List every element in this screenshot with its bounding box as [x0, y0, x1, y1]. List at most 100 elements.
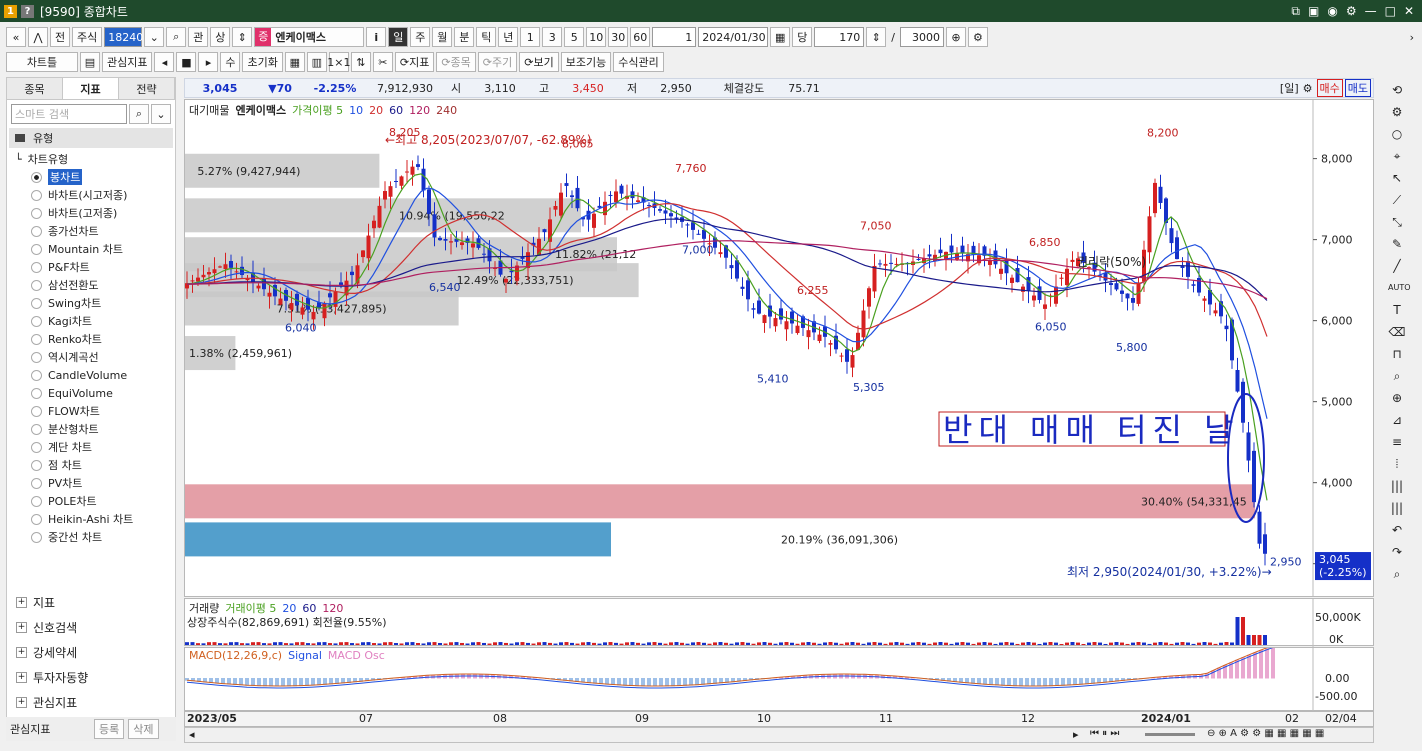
sell-button[interactable]: 매도 [1344, 79, 1371, 97]
gear-icon[interactable]: ⚙ [1388, 103, 1406, 121]
layout-icon[interactable]: ▥ [306, 52, 327, 72]
save-frame-icon[interactable]: ▤ [80, 52, 100, 72]
trend-line-icon[interactable]: ⟋ [1388, 191, 1406, 209]
price-chart[interactable]: 8,0007,0006,0005,0004,0003,0005.27% (9,4… [184, 99, 1374, 597]
interval-3-button[interactable]: 3 [542, 27, 563, 47]
stop-icon[interactable]: ■ [176, 52, 197, 72]
chart-type-item[interactable]: PV차트 [15, 474, 175, 492]
period-day-button[interactable]: 일 [388, 27, 409, 47]
search-icon[interactable]: ⌕ [166, 27, 187, 47]
expand-plus-icon[interactable]: + [16, 671, 27, 683]
radio-icon[interactable] [31, 441, 42, 453]
sang-button[interactable]: 상 [210, 27, 231, 47]
maximize-icon[interactable]: □ [1385, 4, 1396, 19]
scroll-right-icon[interactable]: ▸ [1073, 728, 1079, 741]
measure-icon[interactable]: ⊿ [1388, 411, 1406, 429]
view-button[interactable]: ⟳ 보기 [519, 52, 559, 72]
chart-type-item[interactable]: CandleVolume [15, 366, 175, 384]
volume-panel[interactable]: 50,000K 0K 거래량 거래이평 5 20 60 120 상장주식수(82,869,… [184, 598, 1374, 647]
line-icon[interactable]: ╱ [1388, 257, 1406, 275]
radio-icon[interactable] [31, 495, 42, 507]
chart-type-item[interactable]: POLE차트 [15, 492, 175, 510]
radio-icon[interactable] [31, 225, 42, 237]
chevron-down-icon[interactable]: ⌄ [151, 104, 171, 124]
undo-icon[interactable]: ↶ [1388, 521, 1406, 539]
chart-type-item[interactable]: 분산형차트 [15, 420, 175, 438]
radio-icon[interactable] [31, 423, 42, 435]
radio-icon[interactable] [31, 207, 42, 219]
grid-lines-icon[interactable]: ||| [1388, 499, 1406, 517]
interval-30-button[interactable]: 30 [608, 27, 629, 47]
updown-stepper[interactable]: ⇕ [232, 27, 253, 47]
pointer-icon[interactable]: ↖ [1388, 169, 1406, 187]
scissors-icon[interactable]: ✂ [372, 52, 393, 72]
radio-icon[interactable] [31, 261, 42, 273]
radio-icon[interactable] [31, 405, 42, 417]
group-2[interactable]: + 강세약세 [16, 641, 77, 663]
gear-icon[interactable]: ⚙ [1303, 82, 1313, 95]
chevron-down-icon[interactable]: ⌄ [144, 27, 165, 47]
radio-icon[interactable] [31, 387, 42, 399]
arrow-left-icon[interactable]: ◂ [154, 52, 175, 72]
count-stepper[interactable]: ⇕ [866, 27, 887, 47]
chart-type-item[interactable]: EquiVolume [15, 384, 175, 402]
radio-icon[interactable] [31, 531, 42, 543]
minimize-icon[interactable]: — [1365, 4, 1377, 19]
aux-button[interactable]: 보조기능 [560, 52, 612, 72]
date-input[interactable]: 2024/01/30 [698, 27, 769, 47]
chart-type-item[interactable]: 중간선 차트 [15, 528, 175, 546]
count-input[interactable]: 170 [814, 27, 865, 47]
radio-icon[interactable] [31, 459, 42, 471]
register-button[interactable]: 등록 [94, 719, 125, 739]
max-count-input[interactable]: 3000 [899, 27, 944, 47]
info-button[interactable]: i [366, 27, 387, 47]
chart-type-item[interactable]: P&F차트 [15, 258, 175, 276]
section-type[interactable]: 유형 [9, 128, 173, 148]
radio-icon[interactable] [31, 333, 42, 345]
chart-type-item[interactable]: 바차트(시고저종) [15, 186, 175, 204]
period-week-button[interactable]: 주 [410, 27, 431, 47]
chart-type-item[interactable]: 봉차트 [15, 168, 175, 186]
period-month-button[interactable]: 월 [432, 27, 453, 47]
chart-type-item[interactable]: Renko차트 [15, 330, 175, 348]
chart-type-item[interactable]: Swing차트 [15, 294, 175, 312]
chart-type-item[interactable]: 계단 차트 [15, 438, 175, 456]
grid-icon[interactable]: ▦ [284, 52, 305, 72]
radio-icon[interactable] [31, 171, 42, 183]
help-icon[interactable]: ? [21, 4, 34, 18]
chart-type-item[interactable]: Kagi차트 [15, 312, 175, 330]
expand-plus-icon[interactable]: + [16, 696, 27, 708]
smart-search-input[interactable]: 스마트 검색 [11, 104, 127, 124]
reset-button[interactable]: 초기화 [242, 52, 283, 72]
nav-up-button[interactable]: ⋀ [28, 27, 48, 47]
chart-type-item[interactable]: 역시계곡선 [15, 348, 175, 366]
tab-strategy[interactable]: 전략 [119, 78, 175, 99]
tab-item[interactable]: 종목 [7, 78, 63, 99]
chart-type-item[interactable]: 종가선차트 [15, 222, 175, 240]
chart-type-item[interactable]: 점 차트 [15, 456, 175, 474]
jeon-button[interactable]: 전 [50, 27, 70, 47]
expand-icon[interactable]: › [1410, 31, 1414, 44]
radio-icon[interactable] [31, 351, 42, 363]
period-tick-button[interactable]: 틱 [476, 27, 497, 47]
bars-icon[interactable]: ||| [1388, 477, 1406, 495]
magnify-icon[interactable]: ⌕ [1388, 367, 1406, 385]
zoom-in-icon[interactable]: ⊕ [1388, 389, 1406, 407]
interval-1-button[interactable]: 1 [520, 27, 541, 47]
camera-icon[interactable]: ◉ [1327, 4, 1337, 19]
item-button[interactable]: ⟳ 종목 [436, 52, 476, 72]
arrow-right-icon[interactable]: ▸ [198, 52, 219, 72]
buy-button[interactable]: 매수 [1316, 79, 1343, 97]
period-minute-button[interactable]: 분 [454, 27, 475, 47]
calendar-icon[interactable]: ▦ [770, 27, 791, 47]
search-icon[interactable]: ⌕ [1388, 565, 1406, 583]
radio-icon[interactable] [31, 477, 42, 489]
chart-type-item[interactable]: 삼선전환도 [15, 276, 175, 294]
circle-icon[interactable]: ○ [1388, 125, 1406, 143]
chart-type-item[interactable]: Mountain 차트 [15, 240, 175, 258]
period-button[interactable]: ⟳ 주기 [477, 52, 518, 72]
radio-icon[interactable] [31, 189, 42, 201]
one-by-one-button[interactable]: 1×1 [327, 52, 350, 72]
tree-root[interactable]: └ 차트유형 [15, 150, 175, 168]
expand-plus-icon[interactable]: + [16, 646, 27, 658]
